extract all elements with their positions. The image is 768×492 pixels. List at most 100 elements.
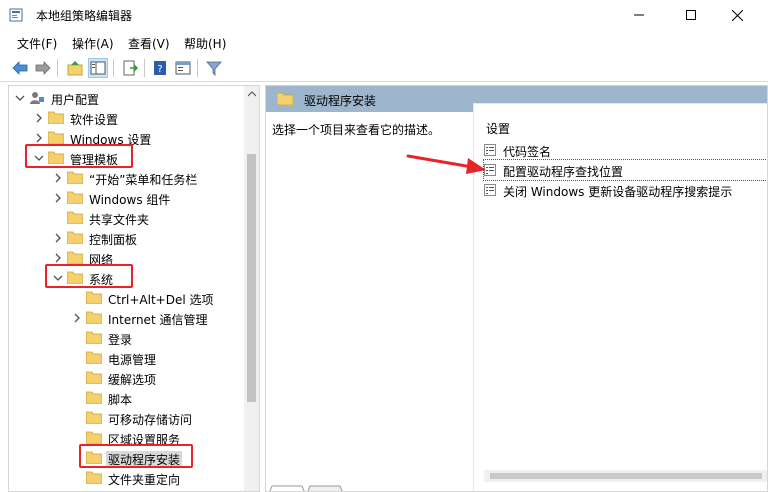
menu-help[interactable]: 帮助(H): [184, 35, 226, 52]
toolbar-separator: [113, 59, 114, 77]
annotation-highlight-box: [79, 444, 193, 468]
setting-item-driver-search-locations[interactable]: 配置驱动程序查找位置: [483, 159, 767, 181]
user-config-icon: [30, 92, 44, 104]
tree-item-label: 共享文件夹: [89, 213, 150, 227]
folder-icon: [67, 211, 83, 224]
tree-item-label: 脚本: [108, 393, 133, 407]
tree-item[interactable]: 可移动存储访问: [9, 408, 245, 428]
scroll-thumb[interactable]: [247, 154, 256, 402]
back-button[interactable]: [10, 58, 30, 78]
folder-icon: [48, 131, 64, 144]
folder-icon: [86, 471, 102, 484]
up-folder-icon: [67, 61, 83, 76]
show-hide-tree-icon: [90, 61, 106, 75]
tree-item-label: 软件设置: [70, 113, 119, 127]
maximize-icon: [686, 10, 696, 20]
close-button[interactable]: [714, 0, 760, 30]
folder-icon: [86, 311, 102, 324]
tree-item-label: 缓解选项: [108, 373, 157, 387]
chevron-right-icon[interactable]: [52, 232, 64, 244]
tree-item[interactable]: Internet 通信管理: [9, 308, 245, 328]
toolbar-separator: [197, 59, 198, 77]
tree-item[interactable]: 用户配置: [9, 88, 245, 108]
settings-horizontal-scrollbar[interactable]: [484, 470, 767, 482]
help-button[interactable]: ?: [150, 58, 170, 78]
minimize-button[interactable]: [616, 0, 662, 30]
tree-item-label: 控制面板: [89, 233, 138, 247]
folder-icon: [67, 231, 83, 244]
title-bar: 本地组策略编辑器: [0, 0, 768, 30]
tree-item[interactable]: 电源管理: [9, 348, 245, 368]
filter-button[interactable]: [204, 58, 224, 78]
chevron-up-icon: [247, 90, 256, 96]
setting-item-turn-off-driver-search-prompt[interactable]: 关闭 Windows 更新设备驱动程序搜索提示: [484, 180, 767, 200]
tree-item-label: Internet 通信管理: [108, 313, 208, 327]
tree-item[interactable]: Windows 组件: [9, 188, 245, 208]
app-icon: [9, 8, 23, 22]
toolbar-separator: [144, 59, 145, 77]
tree-vertical-scrollbar[interactable]: [244, 86, 259, 491]
show-hide-tree-button[interactable]: [88, 58, 108, 78]
tree-item-label: 用户配置: [51, 93, 100, 107]
chevron-right-icon[interactable]: [52, 252, 64, 264]
minimize-icon: [634, 14, 644, 16]
tree-item[interactable]: 控制面板: [9, 228, 245, 248]
annotation-highlight-box: [25, 144, 133, 168]
chevron-right-icon[interactable]: [52, 192, 64, 204]
menu-file[interactable]: 文件(F): [17, 35, 57, 52]
settings-column-header[interactable]: 设置: [486, 120, 510, 137]
chevron-down-icon[interactable]: [14, 92, 26, 104]
maximize-button[interactable]: [668, 0, 714, 30]
settings-list: 设置 代码签名 配置驱动程序查找位置 关闭 Windows 更新设备驱动程序搜索…: [473, 103, 767, 491]
tree-item[interactable]: 共享文件夹: [9, 208, 245, 228]
export-list-icon: [123, 60, 138, 76]
chevron-right-icon[interactable]: [52, 172, 64, 184]
folder-icon: [86, 371, 102, 384]
tree-item[interactable]: 脚本: [9, 388, 245, 408]
tree-item[interactable]: “开始”菜单和任务栏: [9, 168, 245, 188]
menu-action[interactable]: 操作(A): [72, 35, 114, 52]
toolbar: ?: [0, 54, 768, 82]
up-button[interactable]: [65, 58, 85, 78]
annotation-arrow-icon: [406, 154, 486, 174]
close-icon: [731, 9, 743, 21]
scroll-up-arrow[interactable]: [244, 86, 259, 101]
folder-icon: [86, 391, 102, 404]
folder-icon: [86, 331, 102, 344]
details-pane: 驱动程序安装 选择一个项目来查看它的描述。 设置 代码签名 配置驱动程序查找位置…: [265, 85, 768, 492]
folder-icon: [67, 251, 83, 264]
menu-view[interactable]: 查看(V): [128, 35, 170, 52]
view-tabs[interactable]: [266, 484, 366, 492]
export-list-button[interactable]: [120, 58, 140, 78]
folder-icon: [67, 171, 83, 184]
help-icon: ?: [154, 61, 166, 75]
policy-setting-icon: [484, 184, 496, 196]
tree-item-label: “开始”菜单和任务栏: [89, 173, 198, 187]
chevron-right-icon[interactable]: [33, 132, 45, 144]
scroll-thumb[interactable]: [490, 473, 762, 479]
properties-view-icon: [175, 61, 191, 75]
folder-icon: [277, 92, 293, 105]
toolbar-separator: [57, 59, 58, 77]
tree-item[interactable]: 软件设置: [9, 108, 245, 128]
tree-item-label: Ctrl+Alt+Del 选项: [108, 293, 214, 307]
chevron-right-icon[interactable]: [33, 112, 45, 124]
tree-item[interactable]: 文件夹重定向: [9, 468, 245, 488]
tree-item-label: 文件夹重定向: [108, 473, 181, 487]
tree-item-label: Windows 组件: [89, 193, 171, 207]
tree-item[interactable]: Ctrl+Alt+Del 选项: [9, 288, 245, 308]
description-text: 选择一个项目来查看它的描述。: [272, 123, 441, 137]
properties-view-button[interactable]: [173, 58, 193, 78]
folder-icon: [86, 351, 102, 364]
tree-item[interactable]: 缓解选项: [9, 368, 245, 388]
setting-item-code-signing[interactable]: 代码签名: [484, 140, 767, 160]
folder-icon: [86, 291, 102, 304]
svg-text:?: ?: [157, 64, 162, 75]
filter-icon: [206, 61, 222, 76]
menu-bar: 文件(F) 操作(A) 查看(V) 帮助(H): [0, 30, 768, 54]
folder-icon: [48, 111, 64, 124]
setting-label: 代码签名: [503, 145, 552, 159]
tree-item[interactable]: 登录: [9, 328, 245, 348]
chevron-right-icon[interactable]: [71, 312, 83, 324]
forward-button[interactable]: [33, 58, 53, 78]
